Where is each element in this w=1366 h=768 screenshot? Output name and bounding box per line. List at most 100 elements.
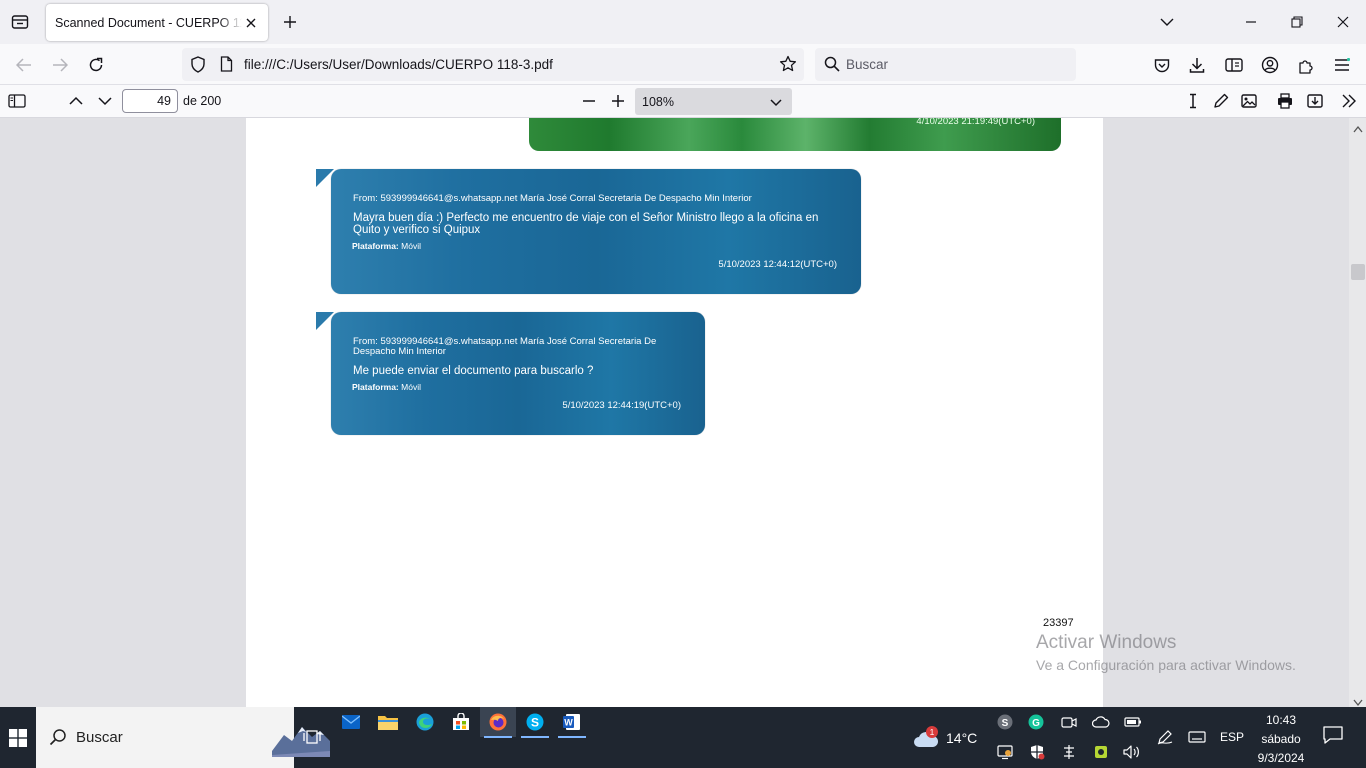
list-all-tabs-icon[interactable]	[1155, 10, 1179, 34]
add-image-icon[interactable]	[1237, 89, 1261, 113]
weather-temperature[interactable]: 14°C	[946, 730, 977, 746]
tracking-protection-icon[interactable]	[190, 56, 206, 76]
page-number-input[interactable]	[122, 89, 178, 113]
bubble-sender: From: 593999946641@s.whatsapp.net María …	[353, 193, 752, 204]
url-text: file:///C:/Users/User/Downloads/CUERPO 1…	[244, 57, 553, 72]
tab-strip: Scanned Document - CUERPO 118-3.pdf	[0, 0, 1366, 44]
tab-title: Scanned Document - CUERPO 118-3.pdf	[55, 15, 242, 30]
mail-icon[interactable]	[333, 707, 369, 737]
bubble-timestamp: 4/10/2023 21:19:49(UTC+0)	[916, 118, 1035, 127]
activation-watermark-text: Ve a Configuración para activar Windows.	[1036, 657, 1296, 673]
word-icon[interactable]: W	[554, 707, 590, 738]
tab-list-icon[interactable]	[8, 11, 32, 33]
account-icon[interactable]	[1257, 52, 1283, 78]
volume-icon[interactable]	[1120, 740, 1144, 764]
bubble-message: Me puede enviar el documento para buscar…	[353, 365, 594, 377]
bubble-tail	[316, 169, 334, 187]
scrollbar-thumb[interactable]	[1351, 264, 1365, 280]
svg-text:S: S	[531, 716, 539, 730]
search-placeholder: Buscar	[846, 57, 889, 72]
svg-text:S: S	[1002, 718, 1009, 729]
url-bar[interactable]: file:///C:/Users/User/Downloads/CUERPO 1…	[182, 48, 804, 81]
search-icon	[824, 56, 840, 75]
platform-label: Plataforma:	[352, 382, 399, 392]
pdf-page: 4/10/2023 21:19:49(UTC+0) From: 59399994…	[246, 118, 1103, 707]
reload-icon[interactable]	[83, 52, 109, 78]
scroll-up-icon[interactable]	[1353, 121, 1363, 136]
save-download-icon[interactable]	[1303, 89, 1327, 113]
downloads-icon[interactable]	[1184, 52, 1210, 78]
edge-browser-icon[interactable]	[407, 707, 443, 737]
bubble-platform: Plataforma: Móvil	[352, 382, 421, 392]
page-total-label: de 200	[183, 94, 222, 108]
bubble-timestamp: 5/10/2023 12:44:19(UTC+0)	[562, 400, 681, 411]
pdf-viewer[interactable]: 4/10/2023 21:19:49(UTC+0) From: 59399994…	[0, 118, 1366, 707]
svg-text:W: W	[564, 718, 573, 728]
minimize-icon[interactable]	[1239, 10, 1263, 34]
previous-page-icon[interactable]	[64, 89, 88, 113]
weather-alert-badge: 1	[926, 726, 938, 738]
touch-keyboard-icon[interactable]	[1185, 725, 1209, 749]
chat-bubble: From: 593999946641@s.whatsapp.net María …	[316, 169, 861, 294]
file-explorer-icon[interactable]	[370, 707, 406, 737]
clock-time: 10:43	[1265, 713, 1297, 727]
pocket-icon[interactable]	[1149, 52, 1175, 78]
active-tab[interactable]: Scanned Document - CUERPO 118-3.pdf	[46, 4, 268, 41]
menu-icon[interactable]	[1329, 52, 1355, 78]
zoom-select[interactable]: 108%	[635, 88, 792, 115]
zoom-in-icon[interactable]	[606, 89, 630, 113]
vertical-scrollbar[interactable]	[1349, 118, 1366, 707]
toggle-sidebar-icon[interactable]	[5, 89, 29, 113]
taskbar-search-box[interactable]: Buscar	[36, 707, 330, 768]
security-shield-icon[interactable]	[1025, 740, 1049, 764]
pen-workspace-icon[interactable]	[1153, 725, 1177, 749]
extensions-icon[interactable]	[1293, 52, 1319, 78]
navigation-bar: file:///C:/Users/User/Downloads/CUERPO 1…	[0, 44, 1366, 85]
skype-icon[interactable]: S	[517, 707, 553, 738]
bubble-message: Mayra buen día :) Perfecto me encuentro …	[353, 212, 819, 236]
tools-overflow-icon[interactable]	[1337, 89, 1361, 113]
chat-bubble-green: 4/10/2023 21:19:49(UTC+0)	[529, 118, 1061, 151]
task-view-icon[interactable]	[294, 722, 330, 752]
firefox-icon[interactable]	[480, 707, 516, 738]
restore-icon[interactable]	[1285, 10, 1309, 34]
nvidia-tray-icon[interactable]	[1089, 740, 1113, 764]
windows-start-icon[interactable]	[0, 707, 36, 768]
svg-text:G: G	[1032, 718, 1040, 729]
new-tab-icon[interactable]	[280, 12, 300, 32]
platform-label: Plataforma:	[352, 241, 399, 251]
bubble-platform: Plataforma: Móvil	[352, 241, 421, 251]
network-icon[interactable]	[1057, 740, 1081, 764]
taskbar-clock[interactable]: 10:43 sábado 9/3/2024	[1256, 711, 1306, 768]
text-tool-icon[interactable]	[1181, 89, 1205, 113]
pdf-toolbar: de 200 108%	[0, 85, 1366, 118]
reader-sidebar-icon[interactable]	[1221, 52, 1247, 78]
next-page-icon[interactable]	[93, 89, 117, 113]
print-icon[interactable]	[1273, 89, 1297, 113]
microsoft-store-icon[interactable]	[443, 707, 479, 737]
zoom-out-icon[interactable]	[577, 89, 601, 113]
platform-value: Móvil	[401, 241, 421, 251]
bubble-timestamp: 5/10/2023 12:44:12(UTC+0)	[718, 259, 837, 270]
chevron-down-icon	[769, 95, 783, 109]
remote-desktop-icon[interactable]	[993, 740, 1017, 764]
notifications-icon[interactable]	[1322, 725, 1346, 749]
battery-icon[interactable]	[1121, 710, 1145, 734]
input-language[interactable]: ESP	[1220, 730, 1244, 744]
forward-icon[interactable]	[47, 52, 73, 78]
file-page-icon[interactable]	[220, 56, 233, 75]
close-window-icon[interactable]	[1331, 10, 1355, 34]
zoom-value: 108%	[642, 95, 674, 109]
grammarly-tray-icon[interactable]: G	[1024, 710, 1048, 734]
close-tab-icon[interactable]	[242, 14, 260, 32]
search-bar[interactable]: Buscar	[815, 48, 1076, 81]
meet-now-icon[interactable]	[1057, 710, 1081, 734]
onedrive-sync-icon[interactable]	[1089, 710, 1113, 734]
draw-tool-icon[interactable]	[1209, 89, 1233, 113]
search-icon	[49, 728, 67, 749]
back-icon[interactable]	[11, 52, 37, 78]
bookmark-star-icon[interactable]	[779, 55, 797, 76]
skype-tray-icon[interactable]: S	[993, 710, 1017, 734]
taskbar-search-placeholder: Buscar	[76, 729, 123, 746]
clock-date: 9/3/2024	[1257, 751, 1305, 765]
